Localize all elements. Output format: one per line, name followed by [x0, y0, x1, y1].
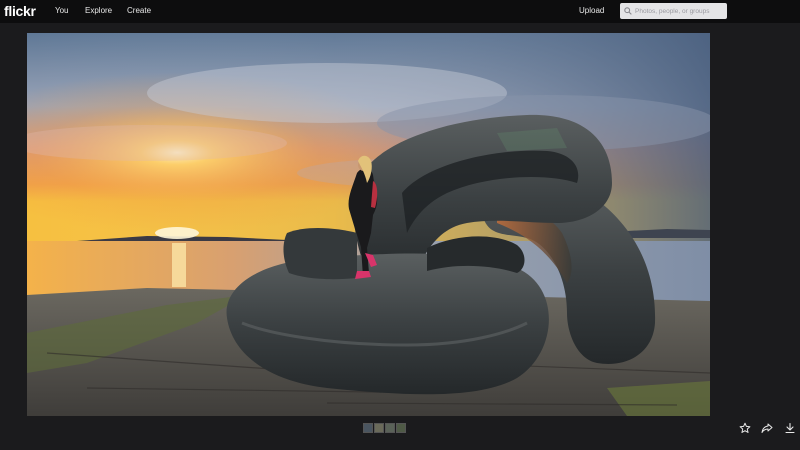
search-box[interactable] [620, 3, 727, 19]
filmstrip [363, 423, 406, 433]
photo-image [27, 33, 710, 416]
share-icon [761, 423, 773, 433]
top-navigation-bar: flickr You Explore Create Upload [0, 0, 800, 23]
filmstrip-thumbnail[interactable] [374, 423, 384, 433]
flickr-logo[interactable]: flickr [4, 3, 36, 19]
main-photo[interactable] [27, 33, 710, 416]
search-input[interactable] [635, 7, 727, 15]
download-button[interactable] [783, 421, 797, 435]
download-icon [785, 422, 795, 434]
filmstrip-thumbnail[interactable] [385, 423, 395, 433]
filmstrip-thumbnail[interactable] [396, 423, 406, 433]
filmstrip-thumbnail[interactable] [363, 423, 373, 433]
nav-create[interactable]: Create [127, 6, 151, 15]
share-button[interactable] [760, 421, 774, 435]
upload-link[interactable]: Upload [579, 6, 604, 15]
nav-you[interactable]: You [55, 6, 69, 15]
search-icon [624, 7, 632, 15]
nav-explore[interactable]: Explore [85, 6, 112, 15]
favorite-button[interactable] [738, 421, 752, 435]
star-icon [739, 422, 751, 433]
